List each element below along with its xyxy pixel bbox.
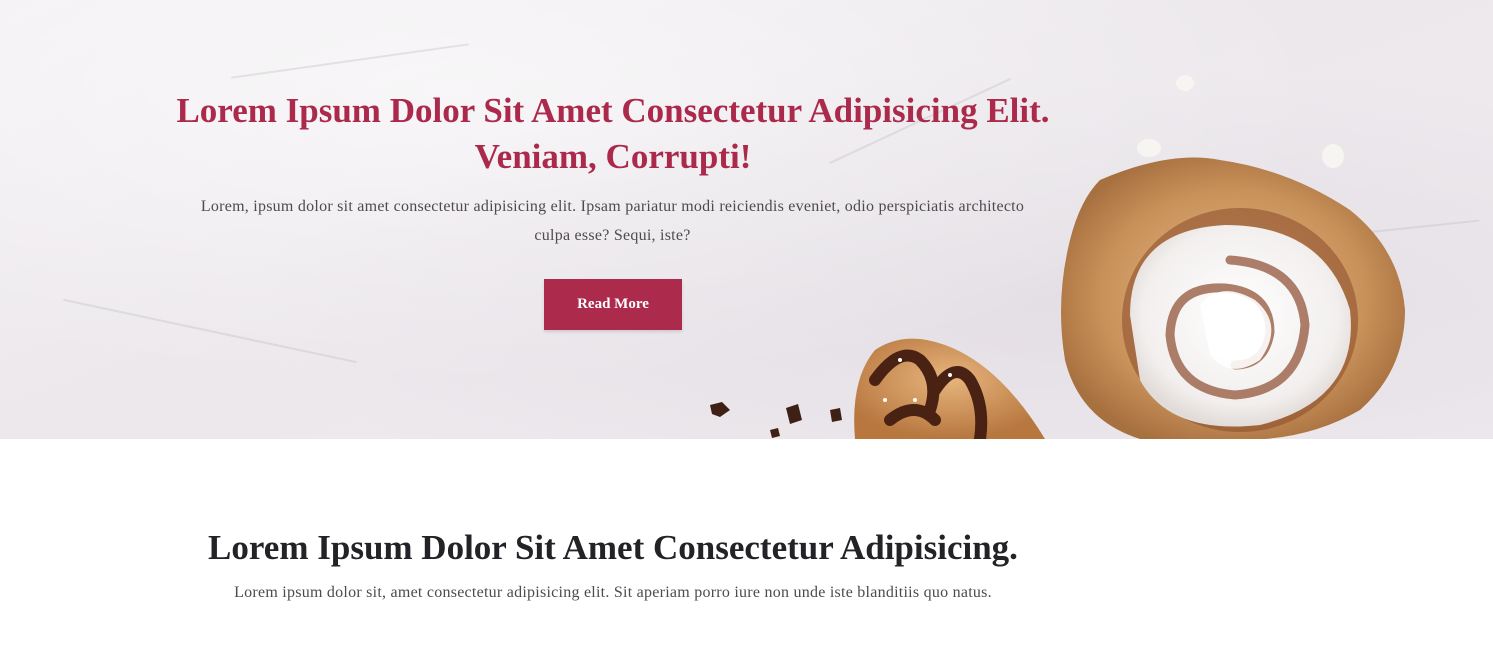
section-title: Lorem Ipsum Dolor Sit Amet Consectetur A… bbox=[208, 528, 1018, 567]
marble-vein bbox=[63, 298, 357, 364]
hero-banner: Lorem Ipsum Dolor Sit Amet Consectetur A… bbox=[0, 0, 1493, 439]
danish-pastry bbox=[854, 338, 1045, 439]
read-more-button[interactable]: Read More bbox=[544, 279, 682, 330]
section-description: Lorem ipsum dolor sit, amet consectetur … bbox=[234, 584, 992, 601]
marble-vein bbox=[231, 43, 469, 79]
hero-description: Lorem, ipsum dolor sit amet consectetur … bbox=[200, 198, 1025, 244]
hero-title: Lorem Ipsum Dolor Sit Amet Consectetur A… bbox=[176, 91, 1050, 176]
